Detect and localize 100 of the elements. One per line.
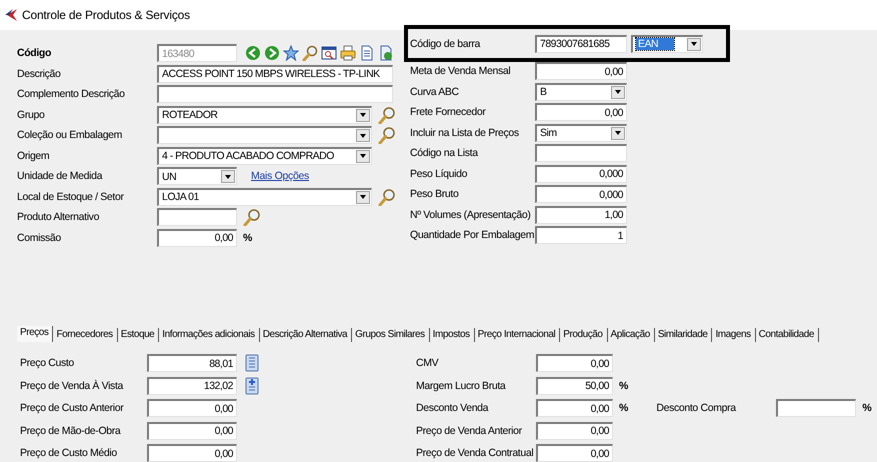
field-label: Frete Fornecedor	[410, 106, 487, 118]
number-field[interactable]: 0,00	[536, 354, 613, 372]
dropdown-button[interactable]	[611, 86, 625, 99]
dropdown-button[interactable]	[356, 129, 370, 142]
tab[interactable]: Estoque	[118, 328, 160, 342]
arrow-left-icon[interactable]	[245, 45, 261, 62]
arrow-right-icon[interactable]	[264, 45, 280, 62]
text-field[interactable]	[157, 208, 237, 226]
field-label: Preço de Custo Anterior	[20, 402, 124, 414]
field-label: Preço de Mão-de-Obra	[20, 424, 122, 437]
dropdown-field[interactable]: 4 - PRODUTO ACABADO COMPRADO	[157, 146, 372, 165]
tab[interactable]: Fornecedores	[53, 328, 118, 342]
field-label: Nº Volumes (Apresentação)	[410, 208, 532, 221]
field-label: Unidade de Medida	[17, 170, 104, 182]
tab[interactable]: Contabilidade	[756, 328, 819, 342]
tab[interactable]: Informações adicionais	[159, 328, 260, 342]
text-field[interactable]: 0,000	[535, 185, 627, 204]
document-icon[interactable]	[359, 45, 375, 62]
number-field[interactable]: 0,00	[147, 422, 237, 440]
printer-icon[interactable]	[340, 45, 356, 62]
text-field[interactable]: 1	[535, 226, 627, 244]
barcode-field[interactable]: 7893007681685	[535, 34, 627, 52]
tab[interactable]: Preços	[17, 326, 54, 342]
field-label: Grupo	[17, 108, 46, 121]
field-label: Complemento Descrição	[17, 88, 126, 100]
number-field[interactable]: 0,00	[147, 444, 237, 462]
field-label: Coleção ou Embalagem	[17, 129, 124, 142]
number-field[interactable]: 50,00	[536, 376, 613, 395]
field-label: Preço de Venda À Vista	[20, 380, 124, 392]
dropdown-field[interactable]: EAN	[631, 34, 703, 52]
search-icon[interactable]	[378, 106, 396, 124]
text-field[interactable]: 1,00	[535, 206, 627, 224]
dropdown-field[interactable]: UN	[157, 167, 237, 186]
search-icon[interactable]	[243, 208, 261, 226]
percent-sign: %	[619, 380, 628, 392]
field-label: Código de barra	[410, 38, 482, 50]
text-field[interactable]: ACCESS POINT 150 MBPS WIRELESS - TP-LINK	[157, 64, 393, 83]
number-field[interactable]: 132,02	[147, 376, 237, 395]
calculator-icon[interactable]	[245, 354, 259, 372]
field-label: Meta de Venda Mensal	[410, 65, 512, 78]
dropdown-button[interactable]	[356, 190, 370, 204]
number-field[interactable]: 0,00	[536, 422, 613, 440]
tab[interactable]: Produção	[560, 328, 608, 342]
percent-sign: %	[243, 232, 252, 244]
field-label: Comissão	[17, 232, 62, 244]
dropdown-field[interactable]: Sim	[535, 124, 627, 142]
logo-icon	[4, 8, 18, 22]
calculator-plus-icon[interactable]	[245, 376, 259, 395]
field-label: Preço de Venda Anterior	[416, 424, 523, 437]
tab[interactable]: Impostos	[430, 328, 475, 342]
dropdown-button[interactable]	[221, 170, 235, 184]
tab[interactable]: Aplicação	[608, 328, 655, 342]
dropdown-button[interactable]	[687, 38, 701, 50]
percent-sign: %	[619, 402, 628, 414]
number-field[interactable]: 0,00	[536, 444, 613, 462]
tab[interactable]: Similaridade	[654, 328, 712, 342]
field-label: Origem	[17, 150, 50, 162]
tab[interactable]: Grupos Similares	[352, 328, 430, 342]
field-label: Código na Lista	[410, 147, 480, 160]
tab[interactable]: Preço Internacional	[474, 328, 560, 342]
field-label: Incluir na Lista de Preços	[410, 126, 520, 139]
text-field[interactable]: 0,00	[157, 228, 237, 247]
selected-text: EAN	[636, 38, 674, 50]
more-options-link[interactable]: Mais Opções	[251, 170, 309, 182]
text-field[interactable]	[535, 144, 627, 162]
field-label: Preço Custo	[20, 357, 75, 370]
field-label: Margem Lucro Bruta	[416, 380, 507, 392]
dropdown-field[interactable]: B	[535, 82, 627, 101]
field-label: Preço de Custo Médio	[20, 447, 118, 460]
window-search-icon[interactable]	[321, 45, 337, 62]
field-label: Peso Líquido	[410, 168, 468, 180]
field-label: Desconto Venda	[416, 402, 490, 414]
field-label: Curva ABC	[410, 86, 460, 98]
number-field[interactable]: 88,01	[147, 354, 237, 372]
percent-sign: %	[862, 402, 872, 414]
dropdown-field[interactable]	[157, 126, 372, 144]
dropdown-field[interactable]: ROTEADOR	[157, 106, 372, 124]
number-field[interactable]: 0,00	[147, 399, 237, 418]
field-label: CMV	[416, 357, 440, 370]
dropdown-field[interactable]: LOJA 01	[157, 188, 372, 206]
search-icon[interactable]	[378, 126, 396, 144]
star-icon[interactable]	[283, 45, 299, 62]
text-field[interactable]: 0,00	[535, 62, 627, 80]
field-label: Local de Estoque / Setor	[17, 190, 125, 203]
text-field[interactable]: 0,000	[535, 164, 627, 183]
window-title: Controle de Produtos & Serviços	[22, 8, 190, 22]
field-label: Descrição	[17, 68, 62, 80]
dropdown-button[interactable]	[356, 108, 370, 122]
tab[interactable]: Descrição Alternativa	[260, 328, 352, 342]
dropdown-button[interactable]	[611, 126, 625, 140]
text-field[interactable]: 0,00	[535, 103, 627, 122]
field-label: Peso Bruto	[410, 188, 460, 200]
search-icon[interactable]	[378, 188, 396, 206]
field-label: Código	[17, 47, 52, 60]
dropdown-button[interactable]	[356, 150, 370, 163]
search-icon[interactable]	[302, 45, 318, 62]
text-field[interactable]	[157, 85, 393, 104]
number-field[interactable]: 0,00	[536, 399, 613, 418]
number-field[interactable]	[776, 399, 856, 418]
tab[interactable]: Imagens	[712, 328, 756, 342]
